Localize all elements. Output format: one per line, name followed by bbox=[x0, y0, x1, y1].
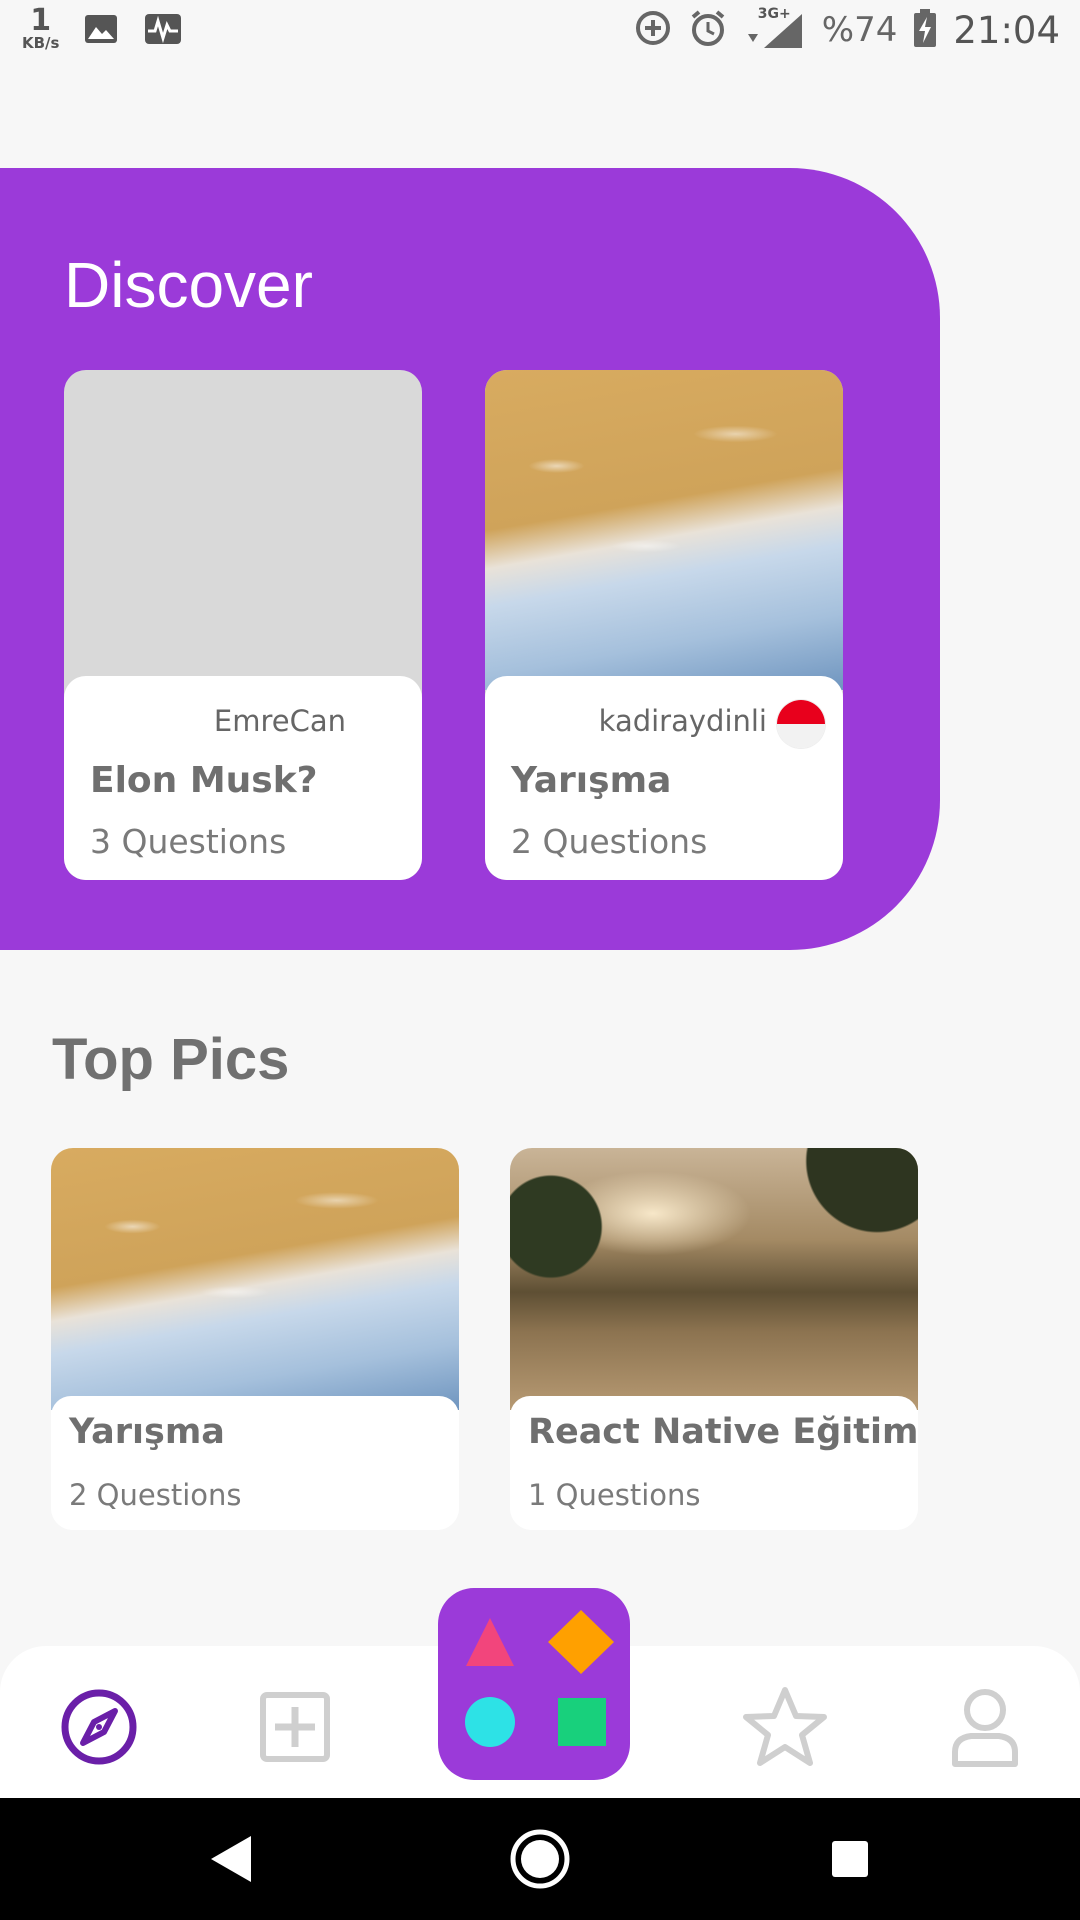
card-title: Yarışma bbox=[511, 760, 672, 801]
card-question-count: 2 Questions bbox=[69, 1478, 242, 1512]
card-question-count: 3 Questions bbox=[90, 822, 287, 861]
tab-profile[interactable] bbox=[940, 1682, 1030, 1772]
circle-shape bbox=[465, 1697, 515, 1747]
recents-square-icon bbox=[832, 1841, 868, 1877]
tab-discover[interactable] bbox=[54, 1682, 144, 1772]
card-question-count: 1 Questions bbox=[528, 1478, 701, 1512]
triangle-shape bbox=[466, 1618, 514, 1666]
discover-card[interactable]: EmreCan Elon Musk? 3 Questions bbox=[64, 370, 422, 880]
discover-card[interactable]: kadiraydinli Yarışma 2 Questions bbox=[485, 370, 843, 880]
diamond-shape bbox=[548, 1610, 614, 1674]
tab-favorites[interactable] bbox=[740, 1682, 830, 1772]
card-author: EmreCan bbox=[213, 704, 346, 738]
status-bar: 1 KB/s 3G+ %74 21:04 bbox=[0, 0, 1080, 62]
add-square-icon bbox=[260, 1692, 330, 1762]
back-triangle-icon bbox=[211, 1836, 251, 1882]
card-image-beach bbox=[51, 1148, 459, 1410]
card-image-placeholder bbox=[64, 370, 422, 690]
net-speed-indicator: 1 KB/s bbox=[22, 6, 59, 51]
card-info: React Native Eğitimi 1 Questions bbox=[510, 1396, 918, 1530]
net-speed-value: 1 bbox=[30, 3, 52, 38]
signal-icon: 3G+ bbox=[744, 6, 806, 50]
card-author: kadiraydinli bbox=[598, 704, 767, 738]
user-icon bbox=[952, 1689, 1018, 1767]
card-question-count: 2 Questions bbox=[511, 822, 708, 861]
square-shape bbox=[558, 1698, 606, 1746]
top-pic-card[interactable]: React Native Eğitimi 1 Questions bbox=[510, 1148, 918, 1530]
net-speed-unit: KB/s bbox=[22, 34, 60, 52]
home-button[interactable] bbox=[505, 1824, 575, 1894]
activity-icon bbox=[143, 11, 183, 47]
top-pics-title: Top Pics bbox=[52, 1027, 290, 1092]
data-saver-icon bbox=[634, 9, 672, 51]
system-navigation-bar bbox=[0, 1798, 1080, 1920]
card-info: EmreCan Elon Musk? 3 Questions bbox=[64, 676, 422, 880]
card-title: Elon Musk? bbox=[90, 760, 318, 801]
card-info: Yarışma 2 Questions bbox=[51, 1396, 459, 1530]
battery-percent: %74 bbox=[821, 10, 898, 50]
card-title: Yarışma bbox=[69, 1412, 225, 1452]
card-title: React Native Eğitimi bbox=[528, 1412, 918, 1452]
home-circle-icon bbox=[510, 1829, 570, 1889]
top-pic-card[interactable]: Yarışma 2 Questions bbox=[51, 1148, 459, 1530]
card-info: kadiraydinli Yarışma 2 Questions bbox=[485, 676, 843, 880]
image-icon bbox=[81, 11, 121, 47]
signal-label: 3G+ bbox=[757, 6, 791, 22]
alarm-icon bbox=[688, 8, 728, 52]
battery-charging-icon bbox=[913, 9, 937, 51]
clock: 21:04 bbox=[953, 8, 1060, 52]
recents-button[interactable] bbox=[815, 1824, 885, 1894]
star-icon bbox=[743, 1687, 827, 1766]
back-button[interactable] bbox=[195, 1824, 265, 1894]
discover-panel: Discover EmreCan Elon Musk? 3 Questions … bbox=[0, 168, 940, 950]
discover-title: Discover bbox=[64, 249, 313, 321]
card-image-forest-lake bbox=[510, 1148, 918, 1410]
flag-icon bbox=[777, 700, 825, 748]
tab-create[interactable] bbox=[250, 1682, 340, 1772]
card-image-beach bbox=[485, 370, 843, 690]
compass-icon bbox=[61, 1689, 137, 1765]
tab-quiz-center-button[interactable] bbox=[438, 1588, 630, 1780]
shapes-icon bbox=[465, 1610, 614, 1747]
